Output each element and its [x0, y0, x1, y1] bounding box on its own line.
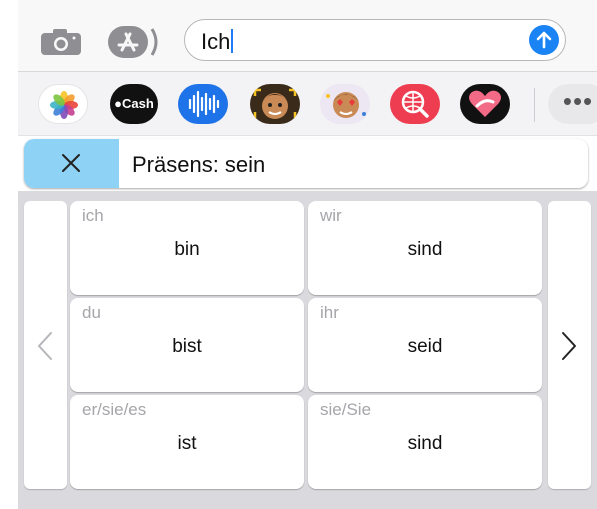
message-input[interactable]: Ich: [184, 19, 566, 61]
photos-icon[interactable]: [38, 84, 88, 124]
message-input-text: Ich: [201, 29, 234, 54]
appstore-icon[interactable]: [108, 26, 160, 63]
audio-waveform-icon[interactable]: [178, 84, 228, 124]
heart-icon[interactable]: [460, 84, 510, 124]
conjugation-cell-ich[interactable]: ich bin: [70, 201, 304, 295]
close-icon: [62, 154, 80, 172]
pronoun-label: sie/Sie: [320, 400, 372, 419]
memoji-stickers-icon[interactable]: [320, 84, 370, 124]
web-search-icon[interactable]: [390, 84, 440, 124]
chevron-left-icon: [38, 332, 52, 360]
pronoun-label: er/sie/es: [82, 400, 147, 419]
close-button[interactable]: [24, 139, 119, 188]
apple-cash-icon[interactable]: ●Cash: [110, 84, 158, 124]
app-drawer: ●Cash •••: [18, 72, 597, 136]
pronoun-label: wir: [320, 206, 342, 225]
verb-form: seid: [407, 336, 443, 357]
verb-form: ist: [177, 433, 197, 454]
pronoun-label: ich: [82, 206, 104, 225]
pronoun-label: ihr: [320, 303, 339, 322]
pronoun-label: du: [82, 303, 101, 322]
message-composer-bar: Ich: [18, 0, 597, 72]
memoji-icon[interactable]: [250, 84, 300, 124]
chevron-right-icon: [562, 332, 576, 360]
apple-logo-icon: ●: [114, 96, 123, 111]
conjugation-cell-du[interactable]: du bist: [70, 298, 304, 392]
conjugation-cell-wir[interactable]: wir sind: [308, 201, 542, 295]
send-button[interactable]: [529, 25, 559, 55]
conjugation-grid: ich bin wir sind du bist ihr seid er/sie…: [18, 191, 597, 509]
verb-form: sind: [407, 239, 443, 260]
conjugation-header: Präsens: sein: [24, 139, 588, 188]
arrow-up-icon: [536, 31, 552, 49]
text-caret: [231, 29, 234, 53]
verb-form: bist: [172, 336, 202, 357]
more-apps-button[interactable]: •••: [548, 84, 597, 124]
conjugation-title: Präsens: sein: [132, 152, 266, 177]
verb-form: sind: [407, 433, 443, 454]
conjugation-cell-ihr[interactable]: ihr seid: [308, 298, 542, 392]
previous-button[interactable]: [24, 201, 67, 489]
conjugation-cell-sie[interactable]: sie/Sie sind: [308, 395, 542, 489]
next-button[interactable]: [548, 201, 591, 489]
strip-divider: [534, 88, 535, 122]
verb-form: bin: [174, 239, 200, 260]
camera-icon[interactable]: [40, 28, 82, 61]
conjugation-cell-er-sie-es[interactable]: er/sie/es ist: [70, 395, 304, 489]
